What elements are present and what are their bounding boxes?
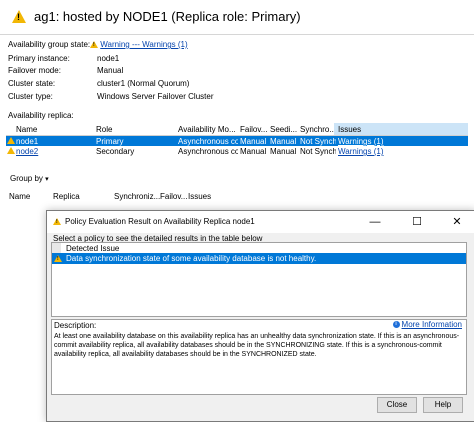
cluster-state-label: Cluster state:	[8, 79, 56, 88]
warning-icon	[7, 147, 15, 154]
cluster-type-label: Cluster type:	[8, 92, 53, 101]
replica-failover: Manual	[240, 137, 267, 146]
column-header-availability-mode[interactable]: Availability Mo...	[178, 125, 238, 134]
detected-issue-header[interactable]: Detected Issue	[66, 244, 119, 253]
description-panel: Description: i More Information At least …	[51, 319, 467, 395]
warning-icon	[54, 255, 62, 262]
replica-name[interactable]: node2	[16, 147, 86, 156]
replica-issues-link[interactable]: Warnings (1)	[338, 137, 384, 146]
db-column-replica[interactable]: Replica	[53, 192, 80, 201]
db-column-failover[interactable]: Failov...	[160, 192, 187, 201]
ag-state-label: Availability group state:	[8, 40, 91, 49]
replica-role: Secondary	[96, 147, 135, 156]
description-label: Description:	[54, 321, 97, 330]
description-text: At least one availability database on th…	[54, 333, 460, 358]
chevron-down-icon: ▾	[45, 176, 49, 183]
column-header-seeding[interactable]: Seedi...	[270, 125, 300, 134]
group-by-dropdown[interactable]: Group by ▾	[10, 174, 49, 183]
more-information-link[interactable]: More Information	[402, 320, 462, 329]
primary-instance-label: Primary instance:	[8, 54, 70, 63]
primary-instance-value: node1	[97, 54, 120, 63]
maximize-button[interactable]: ☐	[407, 215, 427, 229]
column-header-role[interactable]: Role	[96, 125, 176, 134]
replica-sync: Not Synchron...	[300, 147, 336, 156]
minimize-button[interactable]: —	[365, 215, 385, 229]
cluster-state-value: cluster1 (Normal Quorum)	[97, 79, 190, 88]
column-header-failover[interactable]: Failov...	[240, 125, 270, 134]
description-header: Description: i More Information	[52, 320, 466, 330]
close-button[interactable]: Close	[377, 397, 417, 413]
column-header-name[interactable]: Name	[16, 125, 86, 134]
replica-grid-header: Name Role Availability Mo... Failov... S…	[6, 123, 468, 136]
warning-icon	[12, 10, 26, 23]
group-by-label: Group by	[10, 174, 43, 183]
failover-mode-value: Manual	[97, 66, 124, 75]
list-header-spacer	[52, 243, 61, 253]
db-column-issues[interactable]: Issues	[188, 192, 211, 201]
table-row[interactable]: node1 Primary Asynchronous co... Manual …	[6, 136, 468, 146]
more-information-link-wrap[interactable]: i More Information	[392, 320, 462, 329]
page-title: ag1: hosted by NODE1 (Replica role: Prim…	[34, 9, 301, 24]
warning-icon	[7, 137, 15, 144]
replica-issues-link[interactable]: Warnings (1)	[338, 147, 384, 156]
ag-state-warning-link[interactable]: Warning --- Warnings (1)	[100, 40, 187, 49]
page-header: ag1: hosted by NODE1 (Replica role: Prim…	[0, 0, 474, 35]
replica-failover: Manual	[240, 147, 267, 156]
cluster-type-value: Windows Server Failover Cluster	[97, 92, 214, 101]
policy-list[interactable]: Detected Issue Data synchronization stat…	[51, 242, 467, 317]
list-item[interactable]: Data synchronization state of some avail…	[52, 253, 466, 264]
replica-seeding: Manual	[270, 147, 297, 156]
help-button[interactable]: Help	[423, 397, 463, 413]
availability-replica-label: Availability replica:	[8, 111, 74, 120]
replica-availability-mode: Asynchronous co...	[178, 147, 238, 156]
dialog-title-bar[interactable]: Policy Evaluation Result on Availability…	[47, 211, 474, 233]
db-column-name[interactable]: Name	[9, 192, 30, 201]
close-window-button[interactable]: ✕	[447, 215, 467, 229]
db-column-synchronization[interactable]: Synchroniz...	[114, 192, 160, 201]
column-header-sync[interactable]: Synchro...	[300, 125, 334, 134]
replica-role: Primary	[96, 137, 124, 146]
replica-availability-mode: Asynchronous co...	[178, 137, 238, 146]
dialog-title: Policy Evaluation Result on Availability…	[65, 217, 255, 226]
ag-state-value[interactable]: Warning --- Warnings (1)	[90, 40, 188, 49]
policy-evaluation-dialog: Policy Evaluation Result on Availability…	[46, 210, 474, 422]
detected-issue-text: Data synchronization state of some avail…	[66, 254, 317, 263]
replica-seeding: Manual	[270, 137, 297, 146]
failover-mode-label: Failover mode:	[8, 66, 61, 75]
replica-sync: Not Synchron...	[300, 137, 336, 146]
warning-icon	[53, 218, 61, 225]
table-row[interactable]: node2 Secondary Asynchronous co... Manua…	[6, 146, 468, 156]
column-header-issues[interactable]: Issues	[338, 125, 378, 134]
replica-name[interactable]: node1	[16, 137, 86, 146]
info-icon: i	[392, 321, 400, 329]
warning-icon	[90, 41, 98, 49]
